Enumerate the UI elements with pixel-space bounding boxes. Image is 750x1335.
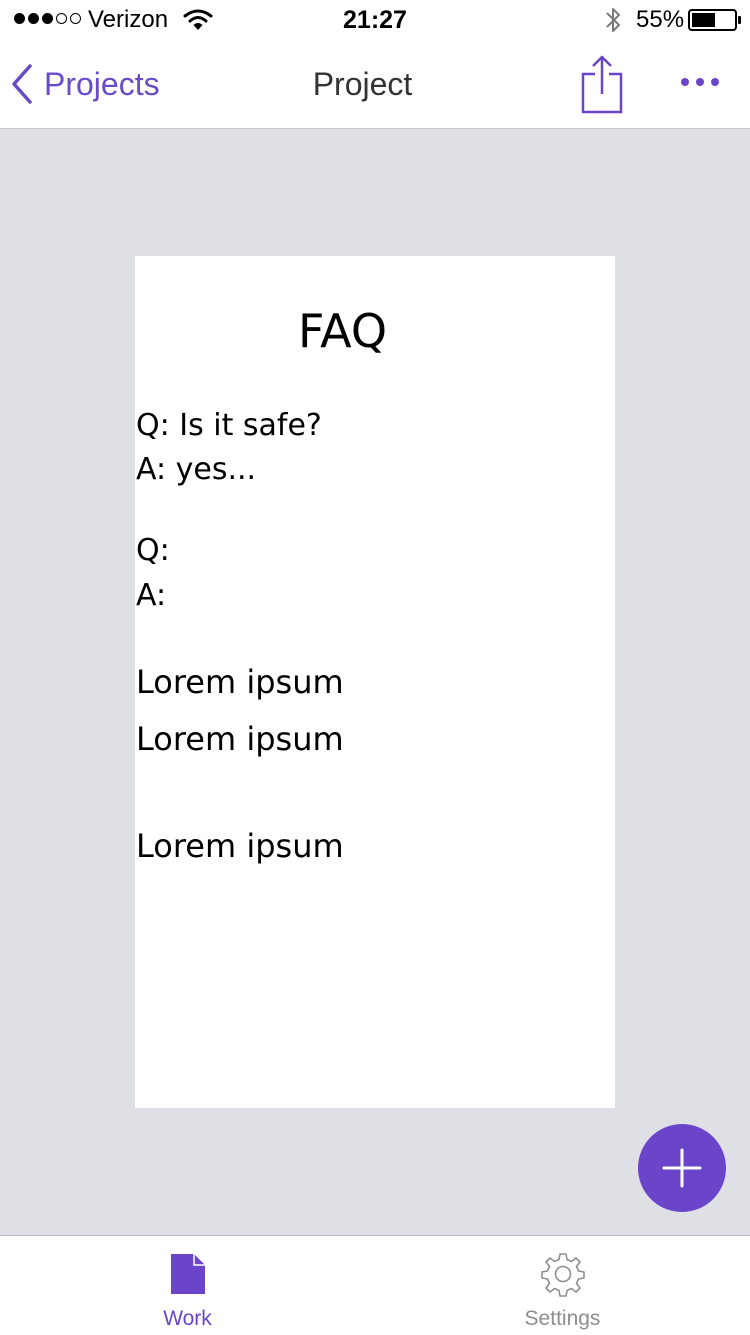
add-button[interactable] (638, 1124, 726, 1212)
document-title[interactable]: FAQ (135, 308, 550, 354)
tab-settings[interactable]: Settings (375, 1236, 750, 1335)
battery-icon (688, 9, 741, 31)
document-line[interactable]: A: yes... (136, 455, 256, 485)
document-line[interactable]: Lorem ipsum (136, 830, 344, 862)
canvas-area: FAQ Q: Is it safe? A: yes... Q: A: Lorem… (0, 129, 750, 1235)
document-icon (171, 1254, 205, 1294)
document-line[interactable]: Q: Is it safe? (136, 411, 322, 441)
tab-settings-label: Settings (524, 1307, 601, 1330)
document-line[interactable]: Lorem ipsum (136, 723, 344, 755)
document-line[interactable]: A: (136, 581, 166, 611)
battery-percentage: 55% (636, 6, 685, 33)
more-options-icon[interactable] (676, 68, 724, 96)
bluetooth-icon (606, 8, 620, 32)
document-page[interactable]: FAQ Q: Is it safe? A: yes... Q: A: Lorem… (135, 256, 615, 1108)
document-line[interactable]: Q: (136, 536, 170, 566)
document-line[interactable]: Lorem ipsum (136, 666, 344, 698)
tab-work[interactable]: Work (0, 1236, 375, 1335)
share-icon[interactable] (576, 54, 628, 114)
navigation-bar: Projects Project (0, 40, 750, 129)
status-bar: Verizon 21:27 55% (0, 0, 750, 40)
tab-work-label: Work (163, 1307, 212, 1330)
gear-icon (541, 1253, 585, 1297)
plus-icon (662, 1148, 702, 1188)
tab-bar: Work Settings (0, 1235, 750, 1335)
